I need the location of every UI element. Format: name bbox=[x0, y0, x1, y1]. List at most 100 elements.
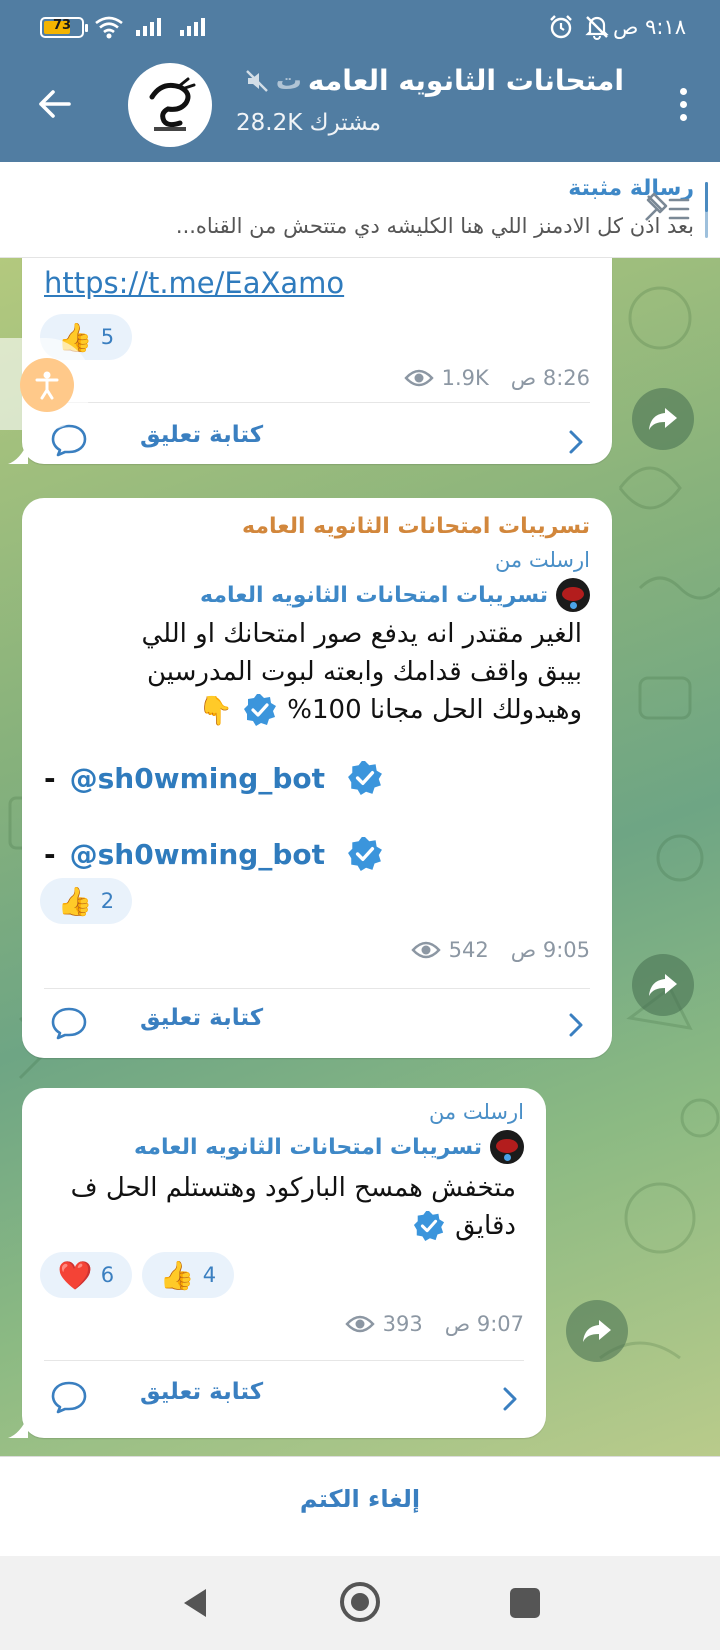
views-eye-icon bbox=[403, 369, 434, 387]
pinned-message-bar[interactable]: رسالة مثبتة بعد اذن كل الادمنز اللي هنا … bbox=[0, 162, 720, 258]
pinned-preview: بعد اذن كل الادمنز اللي هنا الكليشه دي م… bbox=[175, 214, 694, 238]
accessibility-button[interactable] bbox=[0, 338, 92, 430]
write-comment-button[interactable]: كتابة تعليق bbox=[22, 403, 612, 477]
forwarded-label: ارسلت من bbox=[428, 1100, 524, 1124]
notifications-off-icon bbox=[585, 16, 609, 40]
nav-home-icon[interactable] bbox=[340, 1582, 380, 1622]
message-text-line: الغير مقتدر انه يدفع صور امتحانك او اللي bbox=[141, 619, 582, 649]
bot-dash: - bbox=[44, 837, 56, 871]
channel-title-row[interactable]: امتحانات الثانويه العامه ت bbox=[244, 64, 624, 97]
forwarded-source[interactable]: تسريبات امتحانات الثانويه العامه bbox=[134, 1130, 524, 1164]
reaction-heart[interactable]: ❤️ 6 bbox=[40, 1252, 132, 1298]
share-arrow-icon bbox=[649, 974, 677, 996]
reaction-thumbs-up[interactable]: 👍 4 bbox=[142, 1252, 234, 1298]
chevron-right-icon bbox=[503, 1387, 517, 1411]
view-count: 1.9K bbox=[441, 366, 489, 390]
nav-back-icon[interactable] bbox=[180, 1586, 210, 1620]
bubble-tail bbox=[8, 1416, 28, 1438]
status-bar: 73 ٩:١٨ ص bbox=[0, 0, 720, 54]
message-bubble-3[interactable]: ارسلت من تسريبات امتحانات الثانويه العام… bbox=[22, 1088, 546, 1438]
reaction-count: 4 bbox=[202, 1263, 217, 1287]
alarm-icon bbox=[550, 15, 572, 39]
verified-badge-icon bbox=[414, 1210, 445, 1242]
message-text-line: بيبق واقف قدامك وابعته لبوت المدرسين bbox=[146, 657, 582, 687]
share-arrow-icon bbox=[583, 1320, 611, 1342]
forwarded-name: تسريبات امتحانات الثانويه العامه bbox=[134, 1134, 482, 1160]
accessibility-icon bbox=[20, 358, 74, 412]
unmute-button[interactable]: إلغاء الكتم bbox=[0, 1485, 720, 1513]
subscriber-count: 28.2K مشترك bbox=[236, 110, 382, 136]
thumbs-up-icon: 👍 bbox=[57, 884, 93, 918]
chevron-right-icon bbox=[569, 1013, 583, 1037]
back-arrow-icon bbox=[39, 90, 71, 118]
reaction-count: 5 bbox=[100, 325, 115, 349]
reaction-count: 2 bbox=[100, 889, 115, 913]
system-navigation-bar bbox=[0, 1556, 720, 1650]
forwarded-source[interactable]: تسريبات امتحانات الثانويه العامه bbox=[200, 578, 590, 612]
message-bubble-2[interactable]: تسريبات امتحانات الثانويه العامه ارسلت م… bbox=[22, 498, 612, 1058]
message-time: 8:26 ص bbox=[510, 366, 590, 390]
bot-handle[interactable]: @sh0wming_bot bbox=[70, 762, 325, 795]
signal-icon-2 bbox=[180, 18, 205, 36]
verified-badge-icon bbox=[348, 761, 382, 795]
write-comment-button[interactable]: كتابة تعليق bbox=[22, 986, 612, 1060]
pointing-down-icon: 👇 bbox=[198, 693, 234, 727]
message-text-line: متخفش همسح الباركود وهتستلم الحل ف bbox=[70, 1173, 516, 1203]
message-time: 9:07 ص bbox=[444, 1312, 524, 1336]
message-text-line: دقايق bbox=[455, 1211, 516, 1241]
more-options-button[interactable] bbox=[670, 82, 696, 126]
share-button-2[interactable] bbox=[632, 954, 694, 1016]
chevron-right-icon bbox=[569, 430, 583, 454]
comment-label: كتابة تعليق bbox=[140, 422, 264, 448]
reaction-thumbs-up[interactable]: 👍 2 bbox=[40, 878, 132, 924]
forwarded-avatar bbox=[556, 578, 590, 612]
signal-icon bbox=[136, 18, 161, 36]
nav-recents-icon[interactable] bbox=[510, 1588, 540, 1618]
bot-link-row-1[interactable]: - @sh0wming_bot bbox=[44, 760, 383, 796]
message-bubble-1[interactable]: https://t.me/EaXamo 👍 5 1.9K 8:26 ص كتاب… bbox=[22, 258, 612, 464]
message-meta: 1.9K 8:26 ص bbox=[403, 366, 590, 390]
pinned-list-icon[interactable] bbox=[640, 186, 694, 232]
comment-label: كتابة تعليق bbox=[140, 1379, 264, 1405]
share-arrow-icon bbox=[649, 408, 677, 430]
comment-bubble-icon bbox=[51, 1007, 87, 1040]
message-text-last-row: وهيدولك الحل مجانا 100% 👇 bbox=[198, 692, 582, 728]
reaction-count: 6 bbox=[100, 1263, 115, 1287]
battery-icon: 73 bbox=[40, 17, 88, 38]
verified-badge-icon bbox=[348, 837, 382, 871]
mute-icon bbox=[245, 69, 268, 92]
more-vertical-icon bbox=[679, 87, 687, 95]
message-text-line: وهيدولك الحل مجانا 100% bbox=[287, 695, 582, 725]
forwarded-avatar bbox=[490, 1130, 524, 1164]
more-vertical-icon-dot bbox=[679, 100, 687, 108]
share-button-1[interactable] bbox=[632, 388, 694, 450]
message-link[interactable]: https://t.me/EaXamo bbox=[44, 266, 344, 300]
battery-percent: 73 bbox=[52, 18, 72, 33]
bot-link-row-2[interactable]: - @sh0wming_bot bbox=[44, 836, 383, 872]
views-eye-icon bbox=[411, 941, 441, 959]
forwarded-label: ارسلت من bbox=[494, 548, 590, 572]
comment-label: كتابة تعليق bbox=[140, 1005, 264, 1031]
comment-bubble-icon bbox=[51, 1381, 87, 1414]
view-count: 393 bbox=[382, 1312, 423, 1336]
wifi-icon bbox=[95, 16, 123, 39]
channel-link[interactable]: https://t.me/EaXamo bbox=[44, 266, 344, 300]
bot-handle[interactable]: @sh0wming_bot bbox=[70, 838, 325, 871]
forwarded-name: تسريبات امتحانات الثانويه العامه bbox=[200, 582, 548, 608]
thumbs-up-icon: 👍 bbox=[159, 1258, 195, 1292]
bubble-tail bbox=[8, 442, 28, 464]
verified-badge-icon bbox=[244, 694, 277, 726]
status-icons-alerts bbox=[548, 12, 610, 42]
status-icons-network bbox=[94, 12, 212, 42]
channel-logo-icon bbox=[149, 77, 196, 131]
channel-avatar[interactable] bbox=[128, 63, 212, 147]
unmute-bar: إلغاء الكتم bbox=[0, 1456, 720, 1556]
heart-icon: ❤️ bbox=[57, 1258, 93, 1292]
write-comment-button[interactable]: كتابة تعليق bbox=[22, 1360, 546, 1434]
sender-name[interactable]: تسريبات امتحانات الثانويه العامه bbox=[242, 514, 590, 539]
channel-title: امتحانات الثانويه العامه bbox=[307, 64, 624, 97]
back-button[interactable] bbox=[30, 80, 78, 128]
views-eye-icon bbox=[345, 1315, 375, 1333]
chat-area[interactable]: https://t.me/EaXamo 👍 5 1.9K 8:26 ص كتاب… bbox=[0, 258, 720, 1456]
share-button-3[interactable] bbox=[566, 1300, 628, 1362]
